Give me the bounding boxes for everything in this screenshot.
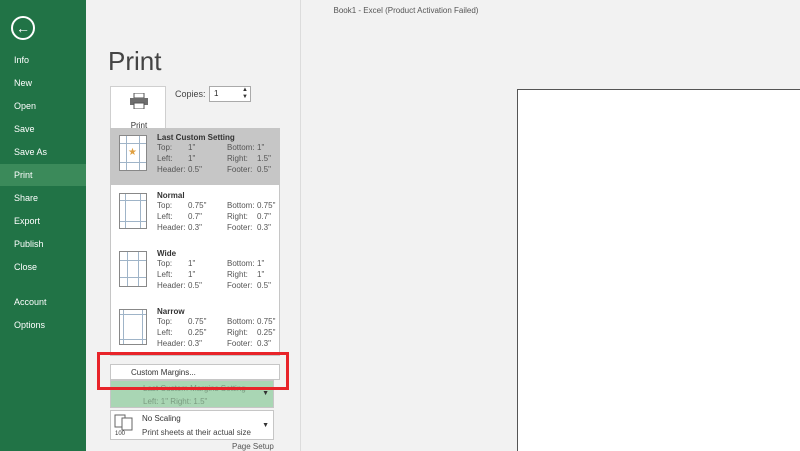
margins-preview-icon: [119, 309, 147, 345]
left-value: 0.7": [188, 212, 202, 221]
right-value: 0.7": [257, 212, 271, 221]
bottom-value: 0.75": [257, 317, 276, 326]
copies-label: Copies:: [175, 89, 206, 99]
margins-preview-icon: ★: [119, 135, 147, 171]
top-label: Top:: [157, 259, 173, 268]
header-label: Header:: [157, 339, 186, 348]
sidebar-item-options[interactable]: Options: [0, 314, 86, 336]
top-value: 1": [188, 259, 196, 268]
left-value: 1": [188, 270, 196, 279]
sidebar-item-save-as[interactable]: Save As: [0, 141, 86, 163]
footer-label: Footer:: [227, 165, 253, 174]
right-label: Right:: [227, 270, 248, 279]
footer-value: 0.5": [257, 165, 271, 174]
sidebar-item-open[interactable]: Open: [0, 95, 86, 117]
scaling-detail: Print sheets at their actual size: [142, 428, 251, 437]
top-label: Top:: [157, 317, 173, 326]
top-label: Top:: [157, 201, 173, 210]
scaling-dropdown[interactable]: 100 No Scaling Print sheets at their act…: [110, 410, 274, 440]
spinner-arrows-icon[interactable]: ▲ ▼: [242, 87, 248, 101]
header-label: Header:: [157, 281, 186, 290]
sidebar-item-share[interactable]: Share: [0, 187, 86, 209]
scaling-icon: 100: [114, 414, 133, 436]
bottom-value: 0.75": [257, 201, 276, 210]
left-label: Left:: [157, 212, 173, 221]
highlight-annotation: [97, 352, 289, 390]
left-label: Left:: [157, 328, 173, 337]
top-label: Top:: [157, 143, 173, 152]
right-value: 1.5": [257, 154, 271, 163]
margin-option-narrow[interactable]: Narrow Top: 0.75" Bottom: 0.75" Left: 0.…: [111, 303, 279, 359]
right-value: 1": [257, 270, 265, 279]
sidebar-item-close[interactable]: Close: [0, 256, 86, 278]
header-value: 0.5": [188, 165, 202, 174]
left-arrow-icon[interactable]: ←: [11, 16, 35, 40]
chevron-down-icon: ▼: [262, 390, 269, 397]
header-value: 0.3": [188, 339, 202, 348]
option-name: Normal: [157, 191, 185, 200]
scaling-title: No Scaling: [142, 414, 181, 423]
margin-option-wide[interactable]: Wide Top: 1" Bottom: 1" Left: 1" Right: …: [111, 245, 279, 301]
left-value: 0.25": [188, 328, 207, 337]
page-title: Print: [108, 46, 162, 76]
right-value: 0.25": [257, 328, 276, 337]
header-value: 0.3": [188, 223, 202, 232]
footer-value: 0.5": [257, 281, 271, 290]
sidebar-item-publish[interactable]: Publish: [0, 233, 86, 255]
bottom-value: 1": [257, 259, 265, 268]
margins-setting-detail: Left: 1" Right: 1.5": [143, 397, 208, 406]
margins-dropdown-list: ★ Last Custom Setting Top: 1" Bottom: 1"…: [110, 128, 280, 356]
top-value: 0.75": [188, 317, 207, 326]
margin-option-normal[interactable]: Normal Top: 0.75" Bottom: 0.75" Left: 0.…: [111, 187, 279, 243]
footer-label: Footer:: [227, 223, 253, 232]
right-label: Right:: [227, 328, 248, 337]
bottom-label: Bottom:: [227, 143, 255, 152]
print-preview-page: [517, 89, 800, 451]
sidebar-item-print[interactable]: Print: [0, 164, 86, 186]
footer-label: Footer:: [227, 281, 253, 290]
footer-label: Footer:: [227, 339, 253, 348]
header-label: Header:: [157, 165, 186, 174]
sidebar-item-export[interactable]: Export: [0, 210, 86, 232]
margin-option-last-custom[interactable]: ★ Last Custom Setting Top: 1" Bottom: 1"…: [111, 129, 279, 185]
top-value: 1": [188, 143, 196, 152]
bottom-value: 1": [257, 143, 265, 152]
svg-text:100: 100: [115, 431, 126, 436]
option-name: Last Custom Setting: [157, 133, 235, 142]
left-label: Left:: [157, 270, 173, 279]
header-label: Header:: [157, 223, 186, 232]
star-icon: ★: [128, 147, 137, 158]
right-label: Right:: [227, 154, 248, 163]
footer-value: 0.3": [257, 223, 271, 232]
copies-stepper[interactable]: 1 ▲ ▼: [209, 86, 251, 102]
backstage-sidebar: ← Info New Open Save Save As Print Share…: [0, 0, 86, 451]
header-value: 0.5": [188, 281, 202, 290]
margins-preview-icon: [119, 251, 147, 287]
right-label: Right:: [227, 212, 248, 221]
copies-value: 1: [214, 89, 219, 98]
sidebar-item-new[interactable]: New: [0, 72, 86, 94]
print-button[interactable]: Print: [110, 86, 166, 130]
page-setup-link[interactable]: Page Setup: [232, 442, 274, 451]
bottom-label: Bottom:: [227, 317, 255, 326]
option-name: Narrow: [157, 307, 185, 316]
sidebar-item-info[interactable]: Info: [0, 49, 86, 71]
window-title: Book1 - Excel (Product Activation Failed…: [333, 6, 479, 15]
printer-icon: [130, 93, 148, 109]
bottom-label: Bottom:: [227, 201, 255, 210]
footer-value: 0.3": [257, 339, 271, 348]
sidebar-item-account[interactable]: Account: [0, 291, 86, 313]
top-value: 0.75": [188, 201, 207, 210]
sidebar-item-save[interactable]: Save: [0, 118, 86, 140]
pane-divider: [300, 0, 301, 451]
option-name: Wide: [157, 249, 177, 258]
margins-preview-icon: [119, 193, 147, 229]
bottom-label: Bottom:: [227, 259, 255, 268]
left-label: Left:: [157, 154, 173, 163]
chevron-down-icon: ▼: [262, 422, 269, 429]
left-value: 1": [188, 154, 196, 163]
